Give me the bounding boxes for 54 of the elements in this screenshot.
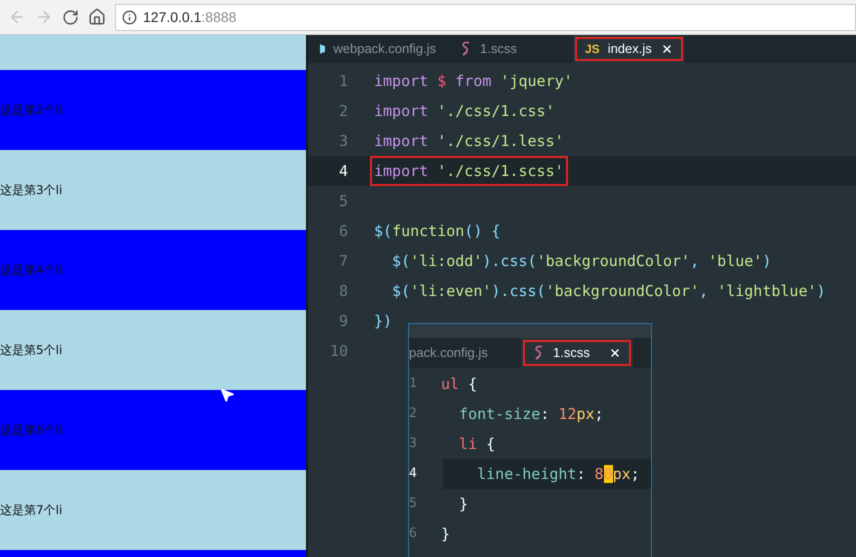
- line-number: 9: [338, 310, 348, 332]
- tab-label: 1.scss: [480, 40, 517, 58]
- reload-icon[interactable]: [62, 8, 79, 26]
- editor-tab[interactable]: 1.scss: [521, 338, 633, 368]
- code-line: font-size: 12px;: [458, 404, 605, 425]
- url-text: 127.0.0.1:8888: [143, 8, 236, 26]
- line-number: 3: [338, 130, 348, 152]
- code-line: ul {: [440, 374, 478, 395]
- close-icon[interactable]: [609, 347, 621, 359]
- code-line: li {: [458, 434, 496, 455]
- home-icon[interactable]: [88, 8, 106, 26]
- editor-tab[interactable]: JS index.js: [573, 35, 685, 63]
- line-number: 8: [338, 280, 348, 302]
- list-item-text: 这是第5个li: [0, 342, 62, 359]
- list-item-text: 这是第6个li: [0, 422, 62, 439]
- swirl-icon: [460, 41, 472, 57]
- code-line: }: [440, 524, 452, 545]
- tab-label: webpack.config.js: [333, 40, 436, 58]
- line-number: 6: [409, 525, 418, 544]
- code-line: import './css/1.css': [373, 100, 556, 122]
- code-line: import $ from 'jquery': [373, 70, 574, 92]
- code-line: line-height: 80px;: [476, 464, 641, 485]
- line-number: 1: [338, 70, 348, 92]
- line-number: 4: [338, 160, 348, 182]
- address-field[interactable]: 127.0.0.1:8888: [115, 4, 856, 30]
- line-number: 6: [338, 220, 348, 242]
- js-label: JS: [585, 41, 600, 58]
- code-line: }): [373, 310, 394, 332]
- line-number: 2: [409, 405, 418, 424]
- line-number: 3: [409, 435, 418, 454]
- mouse-pointer-icon: [219, 387, 235, 403]
- list-item-text: 这是第3个li: [0, 182, 62, 199]
- info-icon: [122, 10, 137, 24]
- code-line: import './css/1.less': [373, 130, 565, 152]
- line-number: 1: [409, 375, 418, 394]
- tab-label: 1.scss: [553, 344, 590, 362]
- cube-icon: [320, 42, 326, 56]
- line-number: 7: [338, 250, 348, 272]
- list-item-text: 这是第2个li: [0, 102, 62, 119]
- list-item-text: 这是第7个li: [0, 502, 62, 519]
- close-icon[interactable]: [661, 43, 673, 55]
- line-number: 10: [328, 340, 348, 362]
- list-item-text: 这是第4个li: [0, 262, 62, 279]
- swirl-icon: [533, 345, 545, 361]
- tab-label: index.js: [608, 40, 652, 58]
- code-line: $(function() {: [373, 220, 502, 242]
- line-number: 5: [409, 495, 418, 514]
- code-line: }: [458, 494, 470, 515]
- code-line: $('li:even').css('backgroundColor', 'lightblue'): [391, 280, 827, 302]
- code-line: $('li:odd').css('backgroundColor', 'blue'): [391, 250, 772, 272]
- line-number: 4: [409, 465, 418, 484]
- line-number: 5: [338, 190, 348, 212]
- line-number: 2: [338, 100, 348, 122]
- tab-label: pack.config.js: [409, 344, 488, 362]
